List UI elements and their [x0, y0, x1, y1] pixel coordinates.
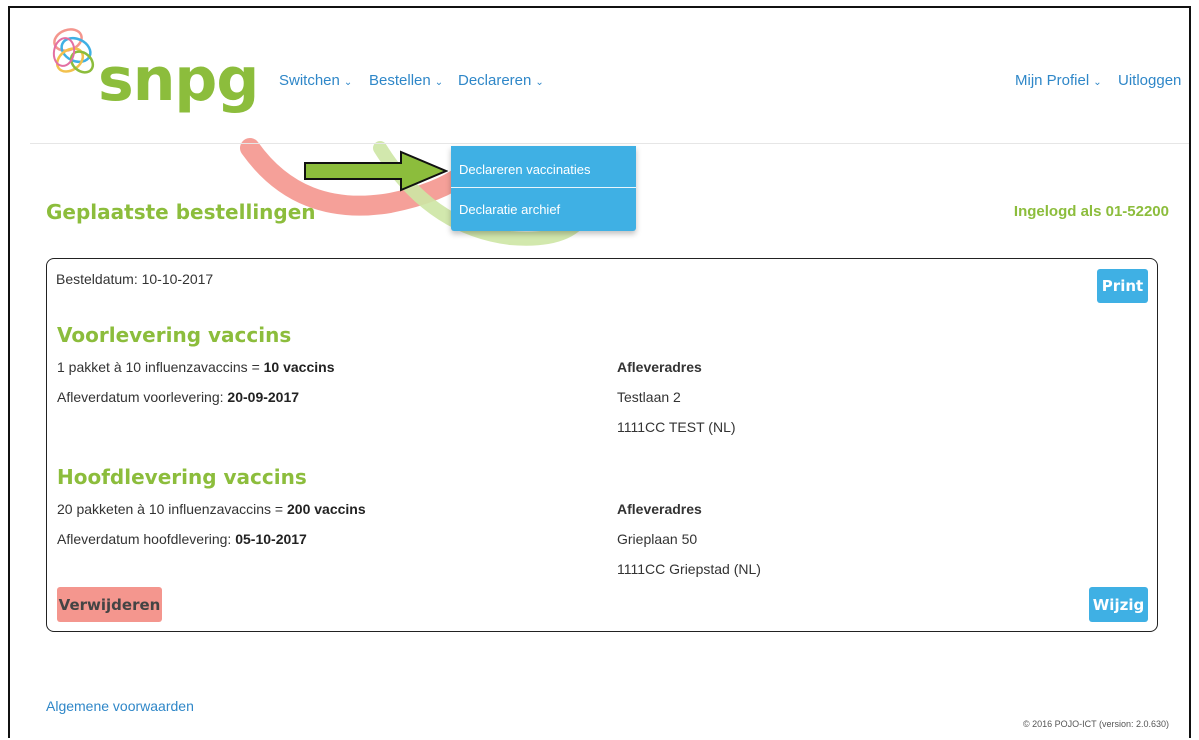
voorlevering-address-label: Afleveradres	[617, 359, 702, 375]
annotation-arrow-icon	[304, 150, 448, 192]
order-card: Besteldatum: 10-10-2017 Print Voorleveri…	[46, 258, 1158, 632]
nav-bestellen[interactable]: Bestellen ⌄	[369, 72, 443, 89]
order-date: Besteldatum: 10-10-2017	[56, 271, 214, 287]
hoofdlevering-address-line1: Grieplaan 50	[617, 531, 698, 547]
chevron-down-icon: ⌄	[434, 77, 444, 88]
hoofdlevering-address-label: Afleveradres	[617, 501, 702, 517]
nav-uitloggen[interactable]: Uitloggen	[1118, 72, 1181, 89]
nav-declareren[interactable]: Declareren ⌄	[458, 72, 544, 89]
logo-wordmark: snpg	[98, 45, 259, 115]
voorlevering-date: Afleverdatum voorlevering: 20-09-2017	[57, 389, 300, 405]
page-title: Geplaatste bestellingen	[46, 200, 316, 224]
terms-link[interactable]: Algemene voorwaarden	[46, 698, 194, 714]
menu-item-declaratie-archief[interactable]: Declaratie archief	[459, 202, 560, 217]
logo-rings-icon	[52, 28, 95, 74]
nav-switchen[interactable]: Switchen ⌄	[279, 72, 352, 89]
nav-mijn-profiel[interactable]: Mijn Profiel ⌄	[1015, 72, 1102, 89]
declareren-dropdown-menu: Declareren vaccinaties Declaratie archie…	[451, 146, 636, 231]
menu-divider	[451, 187, 636, 188]
chevron-down-icon: ⌄	[535, 77, 544, 88]
menu-item-declareren-vaccinaties[interactable]: Declareren vaccinaties	[459, 162, 591, 177]
section-title-voorlevering: Voorlevering vaccins	[57, 323, 292, 347]
header-divider	[30, 143, 1189, 144]
section-title-hoofdlevering: Hoofdlevering vaccins	[57, 465, 307, 489]
voorlevering-address-line2: 1111CC TEST (NL)	[617, 419, 736, 435]
logged-in-label: Ingelogd als 01-52200	[1013, 203, 1169, 220]
print-button[interactable]: Print	[1097, 269, 1148, 303]
voorlevering-quantity: 1 pakket à 10 influenzavaccins = 10 vacc…	[57, 359, 335, 375]
app-frame: snpg Switchen ⌄ Bestellen ⌄ Declareren ⌄ Mi…	[8, 6, 1191, 738]
edit-button[interactable]: Wijzig	[1089, 587, 1148, 622]
chevron-down-icon: ⌄	[343, 77, 353, 88]
chevron-down-icon: ⌄	[1093, 77, 1102, 88]
hoofdlevering-quantity: 20 pakketen à 10 influenzavaccins = 200 …	[57, 501, 366, 517]
delete-button[interactable]: Verwijderen	[57, 587, 162, 622]
hoofdlevering-address-line2: 1111CC Griepstad (NL)	[617, 561, 761, 577]
copyright-text: © 2016 POJO-ICT (version: 2.0.630)	[1022, 719, 1169, 729]
voorlevering-address-line1: Testlaan 2	[617, 389, 681, 405]
hoofdlevering-date: Afleverdatum hoofdlevering: 05-10-2017	[57, 531, 307, 547]
